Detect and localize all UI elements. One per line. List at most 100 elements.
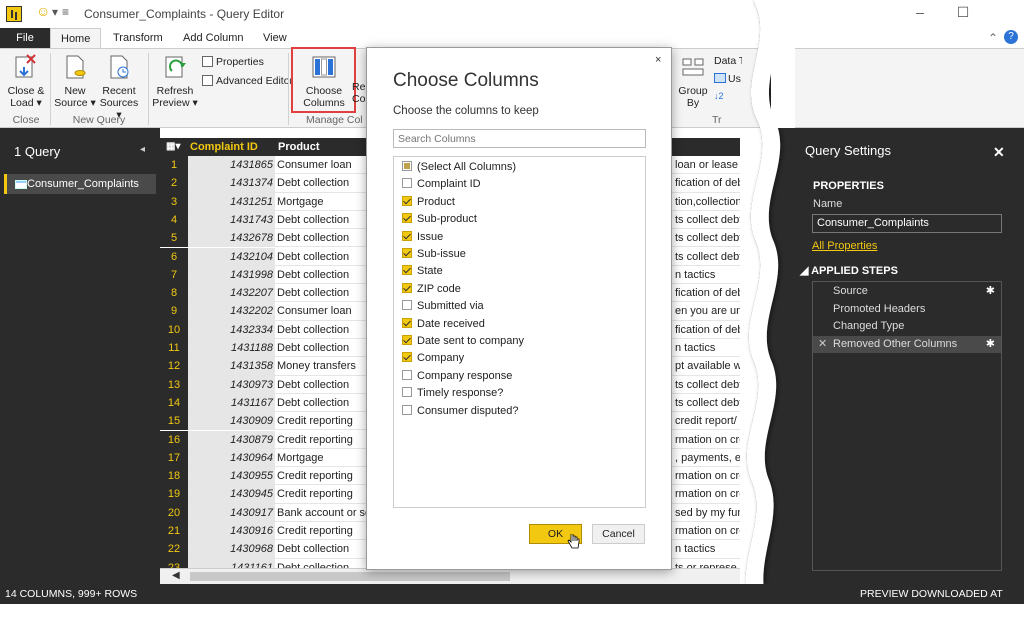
- scroll-thumb[interactable]: [190, 572, 510, 581]
- all-properties-link[interactable]: All Properties: [812, 240, 877, 252]
- cell-complaint-id[interactable]: 1430964: [188, 448, 275, 468]
- checkbox-checked-icon[interactable]: [402, 282, 412, 293]
- cell-complaint-id[interactable]: 1431358: [188, 357, 275, 376]
- checkbox-checked-icon[interactable]: [402, 195, 412, 206]
- checkbox-checked-icon[interactable]: [402, 352, 412, 363]
- cell-product[interactable]: Debt collection: [277, 211, 377, 229]
- cell-complaint-id[interactable]: 1430955: [188, 467, 275, 486]
- cell-complaint-id[interactable]: 1431161: [188, 558, 275, 568]
- row-number[interactable]: 21: [160, 522, 188, 541]
- checkbox-indeterminate-icon[interactable]: [402, 161, 412, 171]
- dialog-close-icon[interactable]: ×: [655, 54, 661, 66]
- column-checkbox-item[interactable]: Company: [402, 350, 464, 367]
- search-columns-input[interactable]: [393, 129, 646, 148]
- column-checkbox-item[interactable]: (Select All Columns): [402, 159, 516, 176]
- row-number[interactable]: 4: [160, 210, 188, 230]
- query-settings-close-icon[interactable]: ✕: [993, 144, 1005, 161]
- cell-issue[interactable]: fication of debt: [675, 174, 740, 192]
- row-number[interactable]: 19: [160, 485, 188, 504]
- advanced-editor-button[interactable]: Advanced Editor: [202, 74, 293, 88]
- applied-step[interactable]: ✕ Removed Other Columns ✱: [813, 335, 1001, 353]
- recent-sources-button[interactable]: Recent Sources ▾: [96, 53, 142, 121]
- row-number[interactable]: 16: [160, 430, 188, 449]
- row-number[interactable]: 23: [160, 558, 188, 568]
- collapse-pane-icon[interactable]: ◂: [140, 144, 145, 155]
- new-source-button[interactable]: New Source ▾: [54, 53, 96, 109]
- cell-product[interactable]: Consumer loan: [277, 302, 377, 320]
- cell-product[interactable]: Money transfers: [277, 357, 377, 375]
- applied-step[interactable]: Promoted Headers: [813, 301, 1001, 318]
- horizontal-scrollbar[interactable]: ◀: [160, 568, 740, 584]
- cancel-button[interactable]: Cancel: [592, 524, 645, 544]
- cell-issue[interactable]: rmation on credit r: [675, 485, 740, 503]
- tab-home[interactable]: Home: [50, 28, 102, 48]
- cell-issue[interactable]: tion,collection,fore: [675, 193, 740, 211]
- column-checkbox-item[interactable]: Sub-product: [402, 211, 477, 228]
- properties-button[interactable]: Properties: [202, 55, 264, 69]
- cell-issue[interactable]: ts collect debt n: [675, 394, 740, 412]
- tab-transform[interactable]: Transform: [103, 28, 173, 48]
- cell-product[interactable]: Debt collection: [277, 284, 377, 302]
- checkbox-checked-icon[interactable]: [402, 335, 412, 345]
- cell-issue[interactable]: n tactics: [675, 339, 740, 357]
- query-name-field[interactable]: Consumer_Complaints: [812, 214, 1002, 233]
- cell-issue[interactable]: en you are unable: [675, 302, 740, 320]
- cell-complaint-id[interactable]: 1430968: [188, 540, 275, 559]
- column-checkbox-item[interactable]: Submitted via: [402, 298, 484, 315]
- cell-complaint-id[interactable]: 1431188: [188, 339, 275, 358]
- cell-complaint-id[interactable]: 1432334: [188, 320, 275, 339]
- row-number[interactable]: 6: [160, 247, 188, 266]
- column-header-complaint-id[interactable]: Complaint ID: [190, 138, 258, 156]
- cell-product[interactable]: Debt collection: [277, 229, 377, 247]
- cell-complaint-id[interactable]: 1432678: [188, 229, 275, 248]
- cell-issue[interactable]: loan or lease: [675, 156, 740, 174]
- cell-product[interactable]: Bank account or serv: [277, 504, 377, 522]
- cell-issue[interactable]: fication of debt: [675, 321, 740, 339]
- cell-complaint-id[interactable]: 1431743: [188, 210, 275, 230]
- cell-complaint-id[interactable]: 1431865: [188, 156, 275, 175]
- column-checkbox-item[interactable]: Timely response?: [402, 385, 503, 402]
- cell-complaint-id[interactable]: 1430917: [188, 503, 275, 522]
- cell-issue[interactable]: ts collect debt n: [675, 229, 740, 247]
- tab-add-column[interactable]: Add Column: [173, 28, 254, 48]
- cell-issue[interactable]: ts collect debt n: [675, 211, 740, 229]
- checkbox-checked-icon[interactable]: [402, 265, 412, 276]
- checkbox-checked-icon[interactable]: [402, 317, 412, 328]
- column-checkbox-item[interactable]: ZIP code: [402, 281, 461, 298]
- cell-complaint-id[interactable]: 1430909: [188, 412, 275, 431]
- row-number[interactable]: 14: [160, 393, 188, 413]
- row-number[interactable]: 17: [160, 448, 188, 468]
- checkbox-checked-icon[interactable]: [402, 248, 412, 258]
- cell-product[interactable]: Debt collection: [277, 559, 377, 568]
- cell-product[interactable]: Debt collection: [277, 376, 377, 394]
- cell-complaint-id[interactable]: 1430916: [188, 522, 275, 541]
- remove-columns-button[interactable]: Re Col: [352, 81, 366, 105]
- cell-product[interactable]: Credit reporting: [277, 485, 377, 503]
- checkbox-unchecked-icon[interactable]: [402, 178, 412, 189]
- column-checkbox-item[interactable]: Company response: [402, 368, 512, 385]
- cell-product[interactable]: Mortgage: [277, 193, 377, 211]
- cell-complaint-id[interactable]: 1430973: [188, 375, 275, 394]
- checkbox-checked-icon[interactable]: [402, 213, 412, 224]
- row-number[interactable]: 18: [160, 467, 188, 486]
- row-number[interactable]: 2: [160, 174, 188, 193]
- column-checkbox-item[interactable]: Issue: [402, 229, 443, 246]
- column-checkbox-item[interactable]: Complaint ID: [402, 176, 481, 193]
- cell-complaint-id[interactable]: 1432104: [188, 247, 275, 266]
- row-number[interactable]: 9: [160, 302, 188, 321]
- tab-file[interactable]: File: [0, 28, 50, 48]
- cell-complaint-id[interactable]: 1431374: [188, 174, 275, 193]
- step-settings-gear-icon[interactable]: ✱: [986, 336, 995, 353]
- row-number[interactable]: 10: [160, 320, 188, 339]
- cell-issue[interactable]: fication of debt: [675, 284, 740, 302]
- tab-view[interactable]: View: [253, 28, 297, 48]
- cell-product[interactable]: Debt collection: [277, 321, 377, 339]
- checkbox-checked-icon[interactable]: [402, 230, 412, 241]
- cell-issue[interactable]: rmation on cred: [675, 431, 740, 449]
- delete-step-icon[interactable]: ✕: [818, 336, 827, 353]
- smiley-icon[interactable]: ☺: [36, 3, 50, 19]
- cell-product[interactable]: Credit reporting: [277, 467, 377, 485]
- cell-product[interactable]: Debt collection: [277, 174, 377, 192]
- cell-issue[interactable]: rmation on credi: [675, 522, 740, 540]
- row-number[interactable]: 13: [160, 375, 188, 394]
